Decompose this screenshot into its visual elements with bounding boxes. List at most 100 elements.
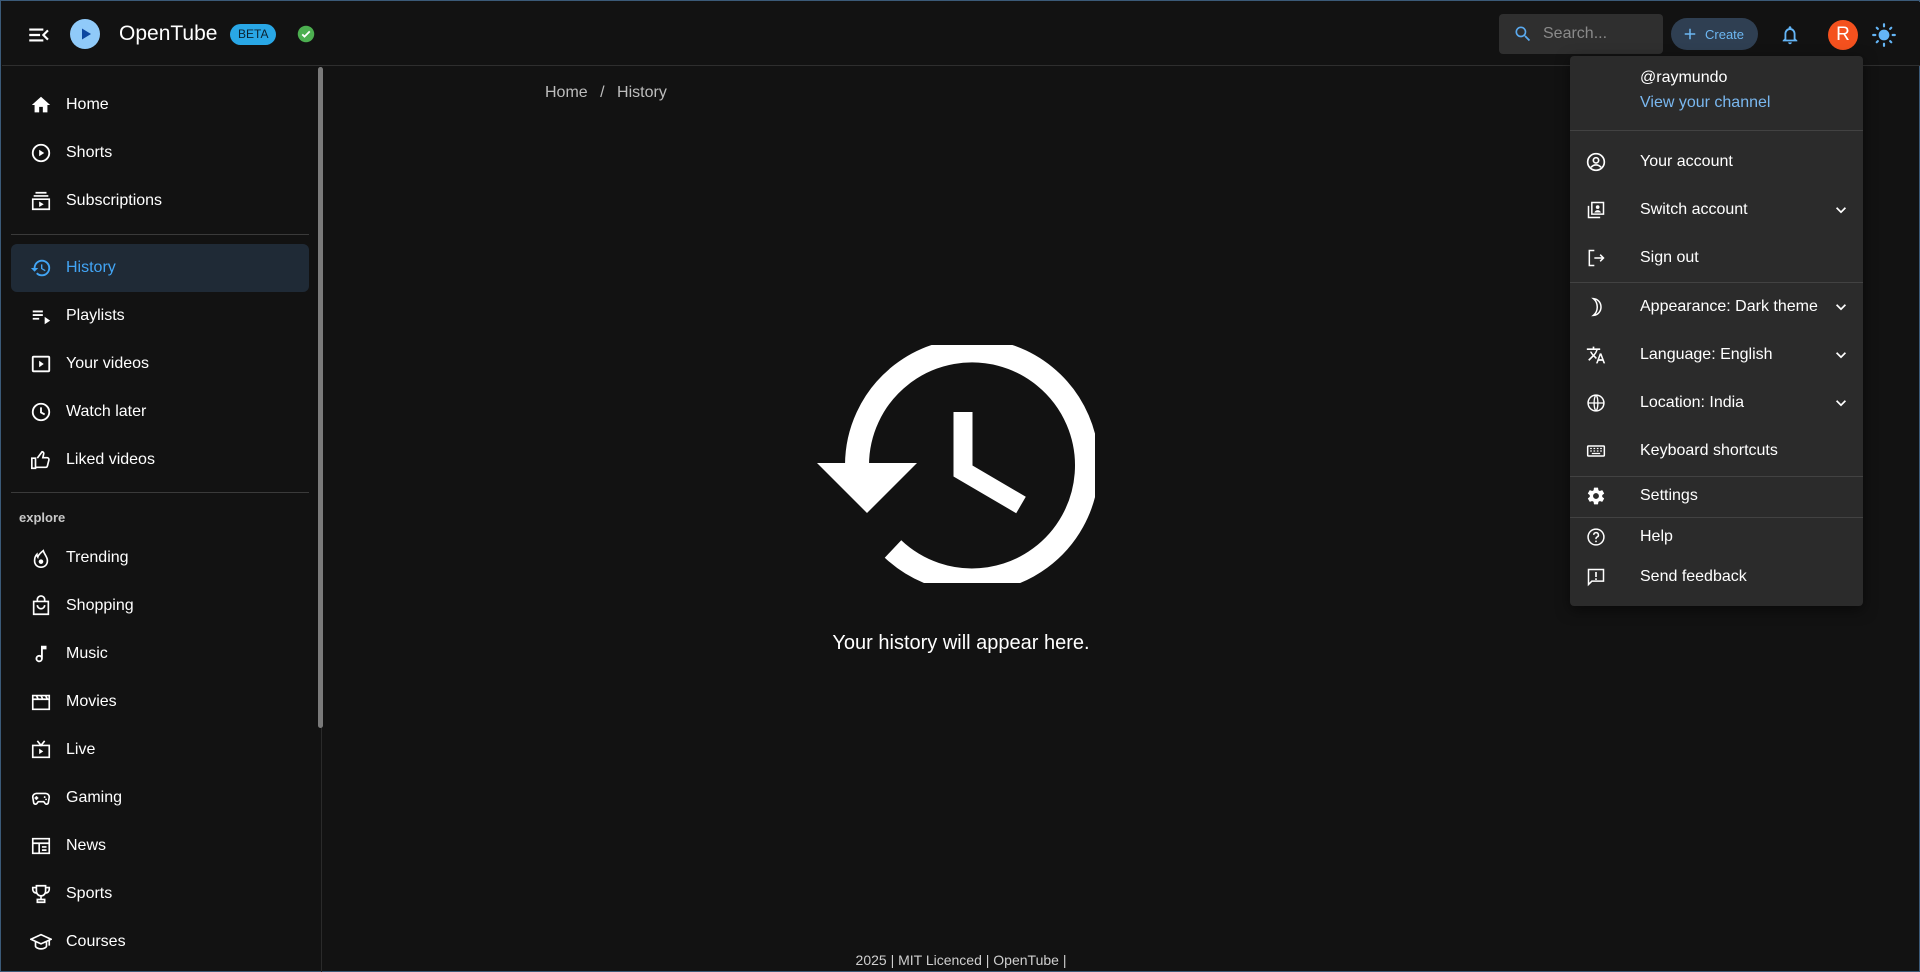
menu-item-label: Keyboard shortcuts <box>1640 442 1778 459</box>
playlists-icon <box>30 305 52 327</box>
menu-item-label: Switch account <box>1640 201 1748 218</box>
music-icon <box>30 643 52 665</box>
sidebar-item-music[interactable]: Music <box>11 630 309 678</box>
menu-item-label: Settings <box>1640 487 1698 504</box>
chevron-down-icon <box>1831 200 1851 220</box>
sidebar-item-trending[interactable]: Trending <box>11 534 309 582</box>
menu-item-keyboard-shortcuts[interactable]: Keyboard shortcuts <box>1570 429 1863 473</box>
search-input[interactable] <box>1543 25 1653 43</box>
menu-divider <box>1570 282 1863 283</box>
your-videos-icon <box>30 353 52 375</box>
menu-item-your-account[interactable]: Your account <box>1570 140 1863 184</box>
menu-item-location[interactable]: Location: India <box>1570 381 1863 425</box>
sidebar-item-gaming[interactable]: Gaming <box>11 774 309 822</box>
menu-item-sign-out[interactable]: Sign out <box>1570 236 1863 280</box>
sidebar-item-label: Shorts <box>66 144 113 161</box>
menu-item-label: Language: English <box>1640 346 1773 363</box>
movies-icon <box>30 691 52 713</box>
moon-icon <box>1586 297 1606 317</box>
theme-toggle-sun-icon[interactable] <box>1871 22 1897 48</box>
sidebar-section-heading: explore <box>19 510 66 525</box>
account-menu: @raymundo View your channel Your account… <box>1570 56 1863 606</box>
sidebar-item-shopping[interactable]: Shopping <box>11 582 309 630</box>
chevron-down-icon <box>1831 297 1851 317</box>
menu-item-switch-account[interactable]: Switch account <box>1570 188 1863 232</box>
sidebar-item-news[interactable]: News <box>11 822 309 870</box>
sidebar-item-label: Gaming <box>66 789 123 806</box>
breadcrumb-separator: / <box>600 84 605 101</box>
sidebar-item-live[interactable]: Live <box>11 726 309 774</box>
keyboard-icon <box>1586 441 1606 461</box>
menu-item-label: Location: India <box>1640 394 1745 411</box>
watch-later-icon <box>30 401 52 423</box>
account-circle-icon <box>1586 152 1606 172</box>
menu-item-label: Sign out <box>1640 249 1699 266</box>
sidebar-item-label: Courses <box>66 933 126 950</box>
sidebar-item-watch-later[interactable]: Watch later <box>11 388 309 436</box>
sidebar-item-courses[interactable]: Courses <box>11 918 309 966</box>
sidebar-item-label: News <box>66 837 107 854</box>
breadcrumb-home-link[interactable]: Home <box>545 84 588 101</box>
trending-icon <box>30 547 52 569</box>
sidebar-item-sports[interactable]: Sports <box>11 870 309 918</box>
plus-icon <box>1681 25 1699 43</box>
account-handle: @raymundo <box>1640 69 1728 86</box>
sports-icon <box>30 883 52 905</box>
menu-item-label: Send feedback <box>1640 568 1747 585</box>
sign-out-icon <box>1586 248 1606 268</box>
logo-icon[interactable] <box>70 19 100 49</box>
menu-item-settings[interactable]: Settings <box>1570 474 1863 518</box>
sidebar-item-your-videos[interactable]: Your videos <box>11 340 309 388</box>
breadcrumb: Home / History <box>545 84 675 102</box>
sidebar-item-subscriptions[interactable]: Subscriptions <box>11 177 309 225</box>
chevron-down-icon <box>1831 393 1851 413</box>
sidebar-item-history[interactable]: History <box>11 244 309 292</box>
menu-item-send-feedback[interactable]: Send feedback <box>1570 555 1863 599</box>
sidebar-item-label: Home <box>66 96 109 113</box>
sidebar-item-label: History <box>66 259 116 276</box>
menu-item-language[interactable]: Language: English <box>1570 333 1863 377</box>
shorts-icon <box>30 142 52 164</box>
sidebar-item-shorts[interactable]: Shorts <box>11 129 309 177</box>
view-channel-link[interactable]: View your channel <box>1640 94 1770 112</box>
app-title[interactable]: OpenTube <box>119 22 217 46</box>
notifications-bell-icon[interactable] <box>1779 24 1801 46</box>
menu-item-label: Your account <box>1640 153 1733 170</box>
history-large-icon <box>817 345 1095 583</box>
sidebar-item-label: Subscriptions <box>66 192 163 209</box>
sidebar-item-label: Your videos <box>66 355 150 372</box>
news-icon <box>30 835 52 857</box>
search-icon[interactable] <box>1513 24 1533 44</box>
sidebar-divider <box>11 234 309 235</box>
sidebar-item-home[interactable]: Home <box>11 81 309 129</box>
avatar[interactable]: R <box>1828 20 1858 50</box>
app-frame: OpenTube BETA Create R Ho <box>0 0 1920 972</box>
sidebar-item-movies[interactable]: Movies <box>11 678 309 726</box>
sidebar-divider <box>11 492 309 493</box>
gaming-icon <box>30 787 52 809</box>
feedback-icon <box>1586 567 1606 587</box>
gear-icon <box>1586 486 1606 506</box>
sidebar-item-label: Movies <box>66 693 117 710</box>
sidebar-item-label: Watch later <box>66 403 147 420</box>
create-button[interactable]: Create <box>1671 18 1758 50</box>
sidebar-item-playlists[interactable]: Playlists <box>11 292 309 340</box>
sidebar-item-label: Liked videos <box>66 451 155 468</box>
help-icon <box>1586 527 1606 547</box>
sidebar-item-label: Sports <box>66 885 113 902</box>
switch-account-icon <box>1586 200 1606 220</box>
menu-item-appearance[interactable]: Appearance: Dark theme <box>1570 285 1863 329</box>
globe-icon <box>1586 393 1606 413</box>
home-icon <box>30 94 52 116</box>
search-box[interactable] <box>1499 14 1663 54</box>
courses-icon <box>30 931 52 953</box>
sidebar-scrollbar[interactable] <box>318 67 323 728</box>
menu-divider <box>1570 130 1863 131</box>
verified-check-icon <box>297 25 315 43</box>
footer: 2025 | MIT Licenced | OpenTube | <box>855 952 1067 968</box>
sidebar-item-liked-videos[interactable]: Liked videos <box>11 436 309 484</box>
beta-badge: BETA <box>230 24 277 45</box>
menu-toggle-icon[interactable] <box>26 22 52 48</box>
subscriptions-icon <box>30 190 52 212</box>
menu-item-help[interactable]: Help <box>1570 515 1863 559</box>
